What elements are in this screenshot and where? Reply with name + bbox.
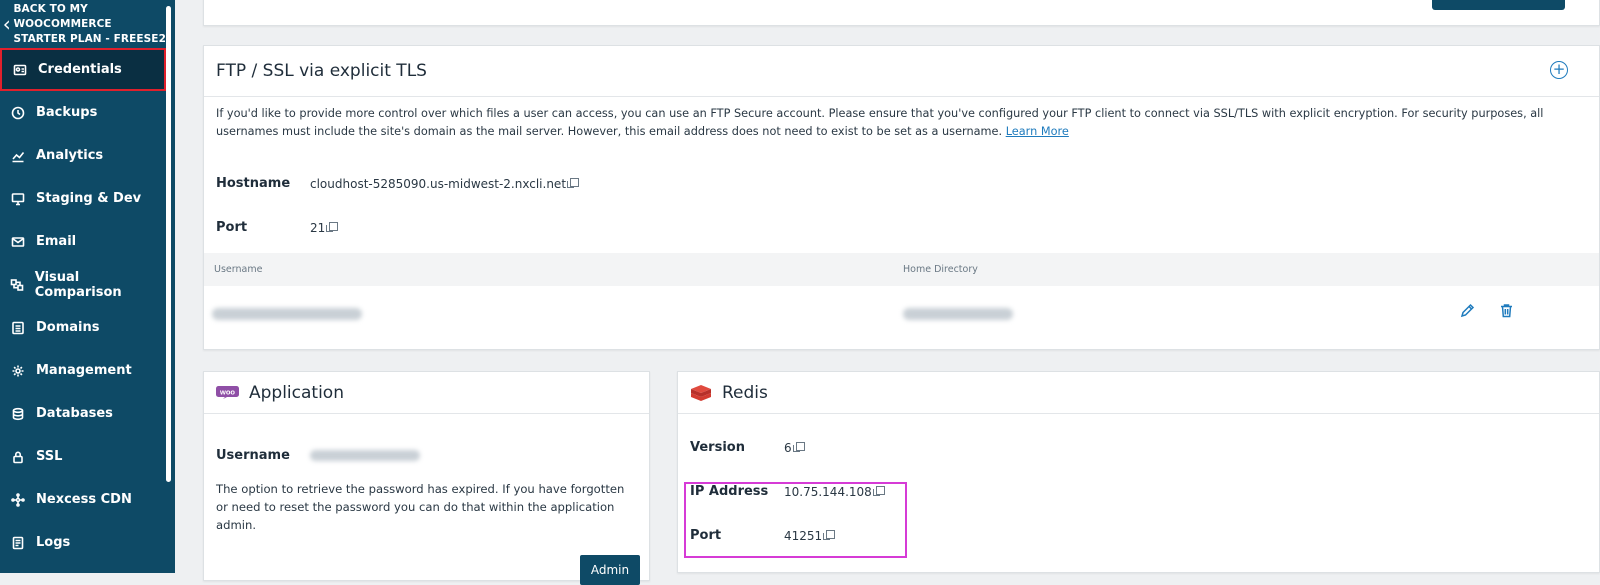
- application-card: woo Application Username The option to r…: [203, 371, 650, 585]
- password-expired-message: The option to retrieve the password has …: [216, 482, 625, 532]
- sidebar-item-label: Visual Comparison: [34, 269, 122, 300]
- sidebar-item-analytics[interactable]: Analytics: [0, 134, 166, 177]
- ftp-username-redacted: [212, 308, 362, 320]
- sidebar-item-domains[interactable]: Domains: [0, 306, 166, 349]
- redis-logo-icon: [690, 384, 712, 402]
- app-username-label: Username: [216, 448, 290, 463]
- sidebar-item-backups[interactable]: Backups: [0, 91, 166, 134]
- sidebar-item-staging[interactable]: Staging & Dev: [0, 177, 166, 220]
- file-icon: [0, 536, 36, 550]
- ftp-row-actions: [1459, 302, 1515, 319]
- trash-icon[interactable]: [1498, 302, 1515, 319]
- column-username: Username: [214, 264, 263, 275]
- sidebar-item-label: Databases: [36, 406, 113, 421]
- ftp-card-header: FTP / SSL via explicit TLS +: [204, 46, 1599, 97]
- application-card-header: woo Application: [204, 372, 649, 414]
- redis-card-header: Redis: [678, 372, 1599, 414]
- sidebar-item-ssl[interactable]: SSL: [0, 435, 166, 478]
- add-ftp-account-button[interactable]: +: [1550, 61, 1568, 79]
- sidebar-item-management[interactable]: Management: [0, 349, 166, 392]
- mail-icon: [0, 235, 36, 249]
- svg-text:woo: woo: [219, 387, 235, 396]
- history-icon: [0, 106, 36, 120]
- learn-more-link[interactable]: Learn More: [1006, 125, 1069, 138]
- application-title: Application: [249, 382, 344, 403]
- sidebar-item-credentials[interactable]: Credentials: [0, 48, 166, 91]
- copy-icon[interactable]: [326, 222, 339, 232]
- sidebar-item-label: Analytics: [36, 148, 104, 163]
- sidebar: ‹ BACK TO MY WOOCOMMERCE STARTER PLAN - …: [0, 0, 175, 573]
- network-icon: [0, 492, 36, 507]
- sidebar-item-label: Backups: [36, 105, 98, 120]
- redis-version-value: 6: [784, 440, 792, 455]
- id-card-icon: [2, 63, 38, 77]
- column-home-directory: Home Directory: [903, 264, 978, 275]
- ftp-description: If you'd like to provide more control ov…: [216, 107, 1544, 138]
- sidebar-item-logs[interactable]: Logs: [0, 521, 166, 564]
- sidebar-item-label: Email: [36, 234, 77, 249]
- hostname-row: Hostname cloudhost-5285090.us-midwest-2.…: [216, 176, 580, 191]
- previous-card: [203, 0, 1600, 26]
- port-label: Port: [216, 220, 248, 235]
- highlight-box: [684, 482, 907, 558]
- chart-icon: [0, 149, 36, 163]
- woocommerce-logo-icon: woo: [216, 386, 239, 399]
- hostname-value: cloudhost-5285090.us-midwest-2.nxcli.net: [310, 176, 567, 191]
- chevron-left-icon: ‹: [2, 12, 11, 36]
- admin-button[interactable]: Admin: [580, 555, 640, 585]
- sidebar-item-email[interactable]: Email: [0, 220, 166, 263]
- app-username-redacted: [310, 450, 420, 461]
- sidebar-item-label: Logs: [36, 535, 71, 550]
- pencil-icon[interactable]: [1459, 302, 1476, 319]
- sidebar-item-visual-comparison[interactable]: Visual Comparison: [0, 263, 166, 306]
- server-icon: [0, 321, 36, 335]
- sidebar-item-nexcess-cdn[interactable]: Nexcess CDN: [0, 478, 166, 521]
- sidebar-scrollbar[interactable]: [166, 6, 171, 482]
- ftp-title: FTP / SSL via explicit TLS: [216, 61, 427, 81]
- copy-icon[interactable]: [792, 442, 805, 452]
- copy-icon[interactable]: [567, 178, 580, 188]
- ftp-card: FTP / SSL via explicit TLS + If you'd li…: [203, 45, 1600, 350]
- sidebar-item-label: Nexcess CDN: [36, 492, 132, 507]
- monitor-icon: [0, 192, 36, 206]
- sidebar-nav: Credentials Backups Analytics Staging & …: [0, 48, 166, 564]
- port-row: Port 21: [216, 220, 339, 235]
- hostname-label: Hostname: [216, 176, 291, 191]
- redis-version-row: Version 6: [690, 440, 805, 455]
- database-icon: [0, 407, 36, 421]
- compare-icon: [0, 278, 35, 292]
- previous-card-button[interactable]: [1432, 0, 1565, 10]
- back-to-plan-link[interactable]: ‹ BACK TO MY WOOCOMMERCE STARTER PLAN - …: [0, 2, 166, 46]
- redis-version-label: Version: [690, 440, 745, 455]
- sidebar-item-databases[interactable]: Databases: [0, 392, 166, 435]
- sidebar-item-label: Domains: [36, 320, 100, 335]
- sidebar-item-label: Credentials: [38, 62, 122, 77]
- app-username-row: Username: [216, 448, 420, 463]
- sidebar-item-label: SSL: [36, 449, 63, 464]
- sidebar-item-label: Staging & Dev: [36, 191, 142, 206]
- redis-title: Redis: [722, 382, 768, 403]
- ftp-table-header: Username Home Directory: [204, 253, 1599, 286]
- sidebar-item-label: Management: [36, 363, 132, 378]
- port-value: 21: [310, 220, 326, 235]
- ftp-home-directory-redacted: [903, 308, 1013, 320]
- back-link-text: BACK TO MY WOOCOMMERCE STARTER PLAN - FR…: [13, 2, 166, 45]
- lock-icon: [0, 450, 36, 464]
- gear-icon: [0, 364, 36, 378]
